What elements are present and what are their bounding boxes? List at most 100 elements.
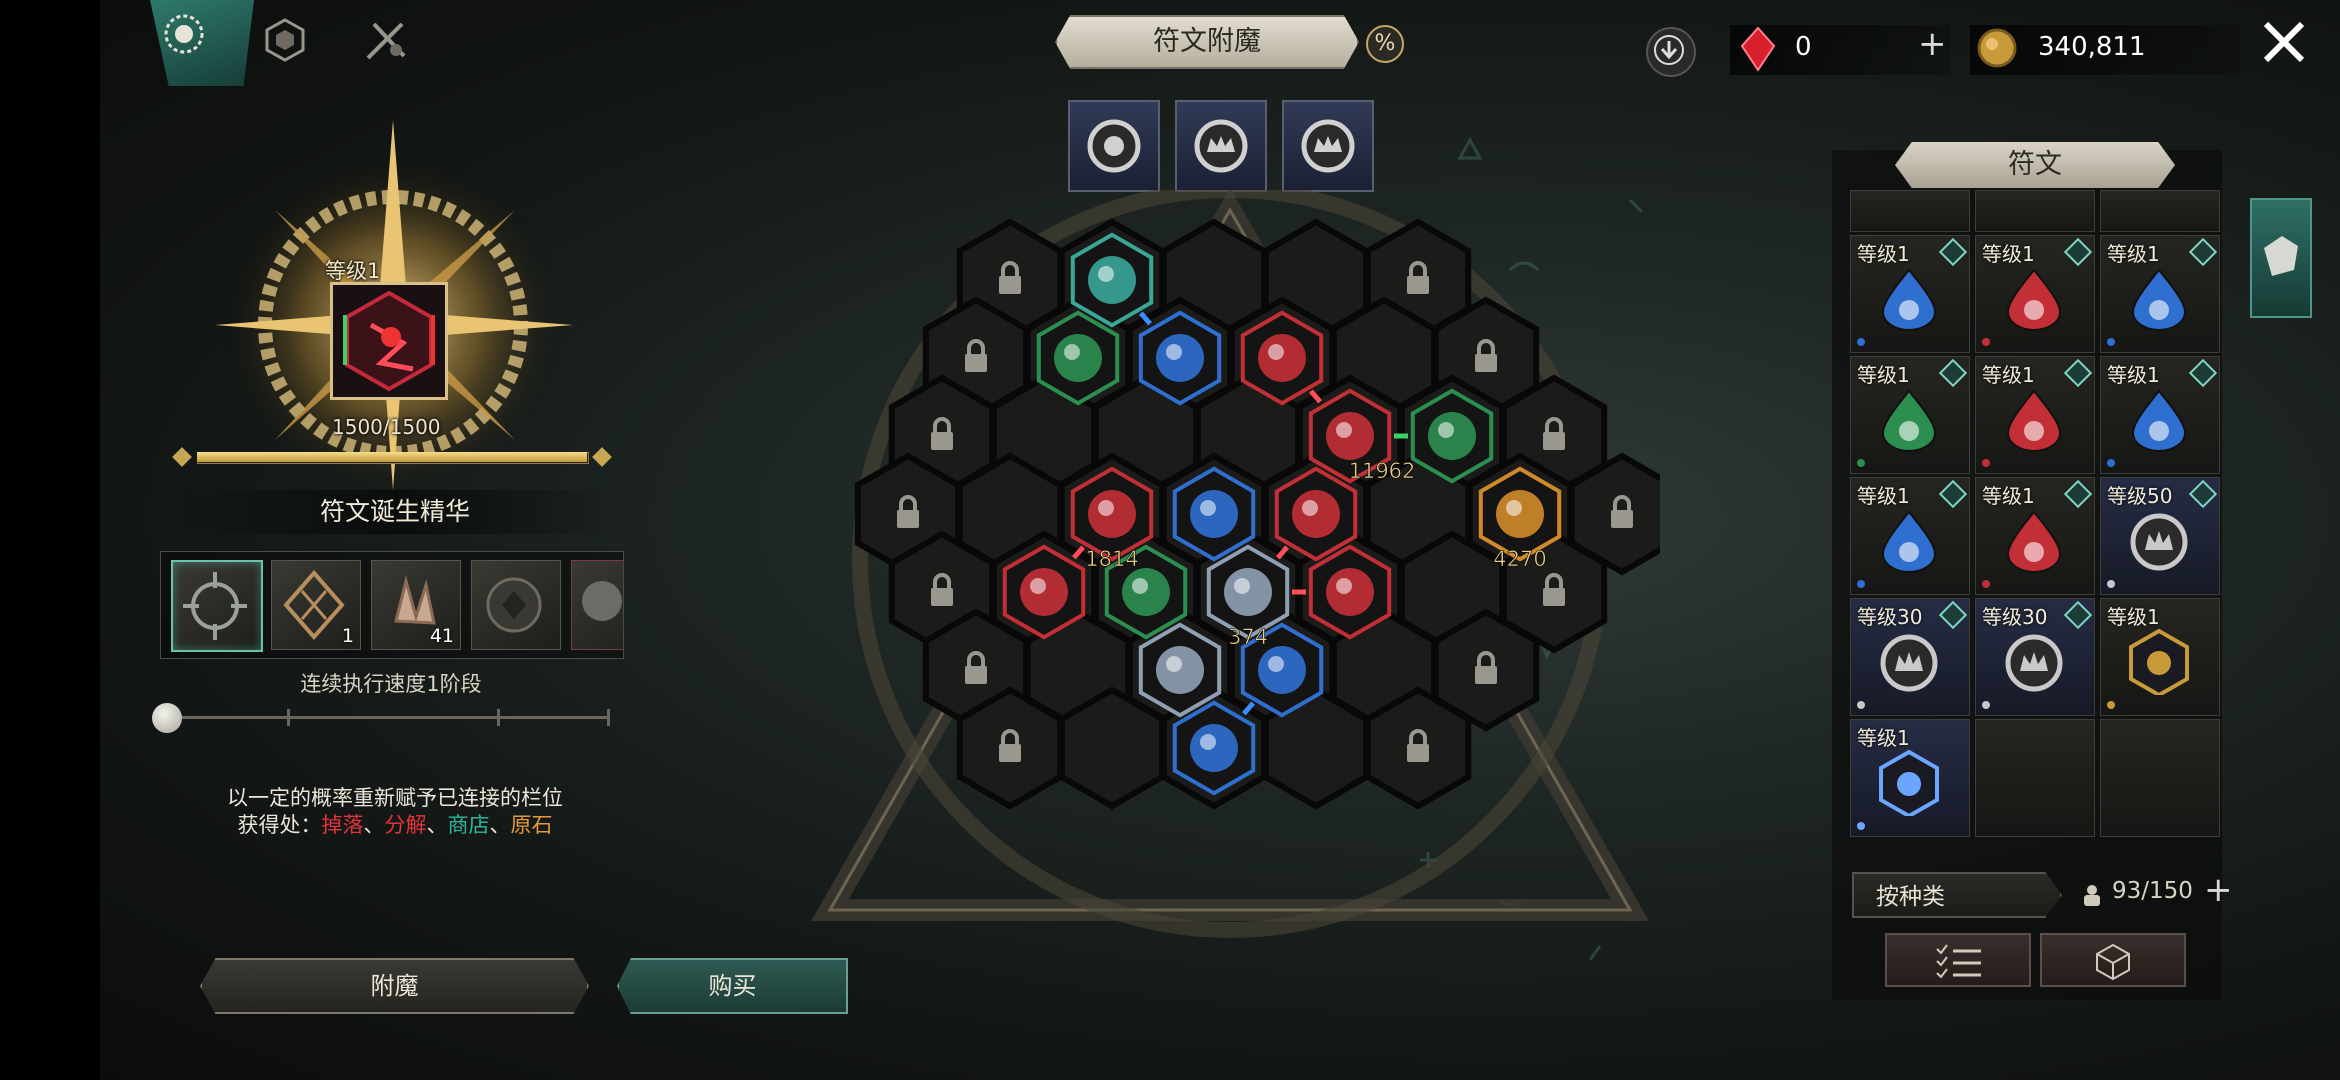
top-rune-slot-1[interactable] — [1068, 100, 1160, 192]
rune-level-label: 等级30 — [1857, 605, 1923, 629]
material-count: 1 — [341, 625, 354, 647]
red-drop-gem-icon — [2006, 268, 2062, 331]
rune-inventory-slot[interactable]: 等级1 — [1975, 235, 2095, 353]
emblem-level-label: 等级1 — [325, 259, 381, 283]
cube-view-button[interactable] — [2040, 933, 2186, 987]
source-decompose-link[interactable]: 分解 — [385, 813, 427, 837]
rune-power-value: 374 — [1228, 625, 1268, 649]
red-rune-icon[interactable] — [1308, 544, 1392, 640]
empty-inventory-slot[interactable] — [2100, 719, 2220, 837]
empty-inventory-slot[interactable] — [1975, 719, 2095, 837]
rune-inventory-slot[interactable]: 等级1 — [2100, 598, 2220, 716]
rune-inventory-slot[interactable]: 等级30 — [1975, 598, 2095, 716]
red-rune-icon[interactable] — [1070, 466, 1154, 562]
green-rune-icon[interactable] — [1410, 388, 1494, 484]
enchant-diamond-icon — [2188, 237, 2218, 267]
rune-inventory-slot[interactable] — [2100, 190, 2220, 232]
expand-inventory-button[interactable]: + — [2204, 870, 2233, 910]
blue-rune-icon[interactable] — [1172, 466, 1256, 562]
silver-rune-icon — [1087, 119, 1141, 173]
sort-by-type-button[interactable]: 按种类 — [1852, 872, 2062, 918]
source-shop-link[interactable]: 商店 — [448, 813, 490, 837]
add-gem-button[interactable]: + — [1918, 24, 1947, 64]
inventory-capacity: 93/150 — [2112, 878, 2193, 904]
enchant-diamond-icon — [1938, 600, 1968, 630]
tab-crossed-swords-icon[interactable] — [362, 16, 410, 64]
separator: 、 — [426, 813, 448, 837]
silver-rune-icon[interactable] — [1138, 622, 1222, 718]
material-slot-2[interactable]: 1 — [271, 560, 361, 650]
enchant-diamond-icon — [2063, 479, 2093, 509]
material-slot-3[interactable]: 41 — [371, 560, 461, 650]
material-slot-4[interactable] — [471, 560, 561, 650]
checklist-icon — [1936, 944, 1981, 979]
socket-dot — [2107, 701, 2115, 709]
download-button[interactable] — [1646, 27, 1696, 77]
material-slot-1[interactable] — [171, 560, 263, 652]
left-black-margin — [0, 0, 100, 1080]
material-slot-5[interactable] — [571, 560, 623, 650]
rune-inventory-slot[interactable] — [1850, 190, 1970, 232]
source-drop-link[interactable]: 掉落 — [322, 813, 364, 837]
gold-coin-icon — [1977, 28, 2017, 68]
enchant-diamond-icon — [1938, 479, 1968, 509]
blue-rune-icon[interactable] — [1172, 700, 1256, 796]
red-core-rune-icon[interactable] — [1274, 466, 1358, 562]
lightning-hex-rune-icon — [1879, 750, 1939, 816]
rune-inventory-slot[interactable]: 等级1 — [1975, 477, 2095, 595]
rune-stone-icon — [2264, 236, 2298, 276]
rune-inventory-slot[interactable]: 等级1 — [2100, 356, 2220, 474]
red-rune-icon[interactable] — [1240, 310, 1324, 406]
slider-knob[interactable] — [152, 703, 182, 733]
dark-crystal-rune-icon[interactable] — [1206, 544, 1290, 640]
blue-rune-icon[interactable] — [1138, 310, 1222, 406]
rune-inventory-slot[interactable]: 等级1 — [1850, 477, 1970, 595]
top-rune-slot-2[interactable] — [1175, 100, 1267, 192]
green-rune-icon[interactable] — [1036, 310, 1120, 406]
rune-power-value: 11962 — [1349, 459, 1416, 483]
bag-icon — [2084, 885, 2100, 906]
rune-power-value: 4270 — [1493, 547, 1546, 571]
enchant-diamond-icon — [2063, 358, 2093, 388]
percent-icon[interactable]: % — [1366, 25, 1404, 63]
rune-inventory-slot[interactable]: 等级1 — [1975, 356, 2095, 474]
tab-hexagon-icon[interactable] — [265, 18, 305, 62]
rune-inventory-slot[interactable]: 等级1 — [1850, 235, 1970, 353]
rune-level-label: 等级1 — [2107, 605, 2160, 629]
rune-level-label: 等级1 — [1857, 363, 1910, 387]
blue-drop-gem-icon — [2131, 268, 2187, 331]
socket-dot — [1857, 459, 1865, 467]
close-icon[interactable] — [2262, 20, 2306, 64]
rune-inventory-slot[interactable]: 等级1 — [1850, 356, 1970, 474]
socket-dot — [1982, 459, 1990, 467]
description: 以一定的概率重新赋予已连接的栏位 获得处：掉落、分解、商店、原石 — [170, 785, 620, 839]
hex-slot[interactable] — [1058, 686, 1166, 810]
separator: 、 — [489, 813, 511, 837]
top-rune-slot-3[interactable] — [1282, 100, 1374, 192]
rune-inventory-slot[interactable]: 等级1 — [1850, 719, 1970, 837]
socket-dot — [1857, 338, 1865, 346]
rune-level-label: 等级1 — [1857, 242, 1910, 266]
rune-inventory-slot[interactable]: 等级30 — [1850, 598, 1970, 716]
speed-slider[interactable] — [150, 700, 620, 734]
rune-inventory-slot[interactable]: 等级50 — [2100, 477, 2220, 595]
selected-rune-slot[interactable] — [330, 282, 448, 400]
rune-level-label: 等级1 — [1982, 484, 2035, 508]
gem-value: 0 — [1795, 32, 1812, 62]
rune-inventory-slot[interactable] — [1975, 190, 2095, 232]
red-drop-gem-icon — [2006, 510, 2062, 573]
blue-drop-gem-icon — [2131, 389, 2187, 452]
enchant-button[interactable]: 附魔 — [200, 958, 589, 1014]
red-rune-icon[interactable] — [1002, 544, 1086, 640]
rune-inventory-slot[interactable]: 等级1 — [2100, 235, 2220, 353]
teal-rune-icon[interactable] — [1070, 232, 1154, 328]
material-count: 41 — [429, 625, 454, 647]
side-tab-rune[interactable] — [2250, 198, 2312, 318]
fire-rune-icon[interactable] — [1478, 466, 1562, 562]
source-ore-link[interactable]: 原石 — [511, 813, 553, 837]
progress-text: 1500/1500 — [332, 415, 441, 439]
list-view-button[interactable] — [1885, 933, 2031, 987]
download-icon — [1654, 35, 1684, 65]
page-title: 符文附魔 — [1055, 15, 1359, 69]
rune-level-label: 等级1 — [2107, 363, 2160, 387]
